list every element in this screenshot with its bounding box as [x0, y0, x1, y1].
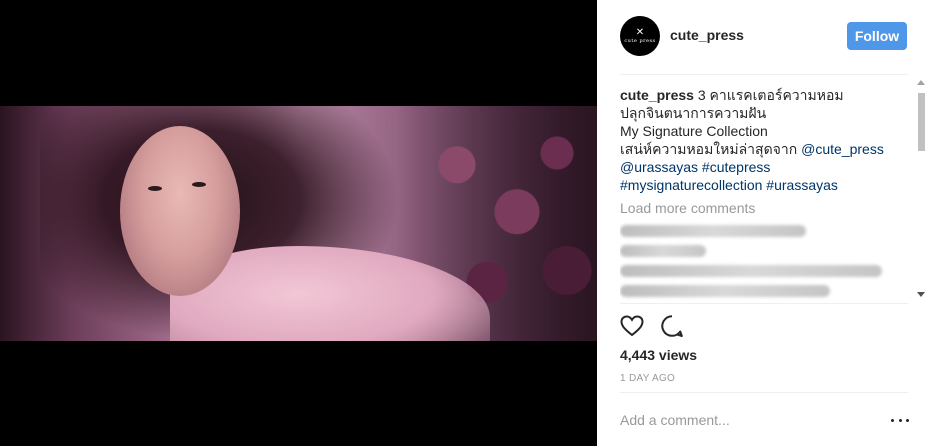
heart-icon: [620, 315, 644, 337]
post-caption: cute_press 3 คาแรคเตอร์ความหอม ปลุกจินตน…: [620, 86, 912, 194]
comment-button[interactable]: [660, 314, 684, 338]
video-player[interactable]: [0, 106, 597, 341]
caption-line-2: ปลุกจินตนาการความฝัน: [620, 105, 767, 121]
load-more-comments-button[interactable]: Load more comments: [620, 199, 912, 217]
post-actions: [620, 314, 684, 340]
post-date[interactable]: 1 DAY AGO: [620, 373, 675, 384]
comment-icon: [661, 315, 683, 337]
divider: [620, 392, 908, 393]
instagram-post-modal: ✕ cute press cute_press Follow cute_pres…: [0, 0, 929, 446]
brand-mark-icon: ✕: [635, 27, 645, 38]
caption-line-4: เสน่ห์ความหอมใหม่ล่าสุดจาก: [620, 141, 802, 157]
blurred-comment: [620, 265, 882, 277]
username-link[interactable]: cute_press: [670, 27, 744, 43]
mention-link[interactable]: @urassayas: [620, 159, 698, 175]
caption-line-1: 3 คาแรคเตอร์ความหอม: [693, 87, 844, 103]
post-header: ✕ cute press cute_press Follow: [597, 0, 929, 74]
more-dot: [891, 418, 894, 422]
add-comment-input[interactable]: [620, 410, 880, 430]
video-eye-right: [192, 182, 206, 187]
more-options-button[interactable]: [891, 411, 909, 429]
comments-scrollbar[interactable]: [915, 80, 928, 300]
mention-link[interactable]: @cute_press: [801, 141, 884, 157]
hashtag-link[interactable]: #mysignaturecollection: [620, 177, 762, 193]
avatar[interactable]: ✕ cute press: [620, 16, 660, 56]
blurred-comment: [620, 225, 806, 237]
divider: [620, 74, 908, 75]
more-dot: [898, 418, 902, 422]
comments-list[interactable]: cute_press 3 คาแรคเตอร์ความหอม ปลุกจินตน…: [620, 86, 912, 300]
blurred-comment: [620, 245, 706, 257]
scroll-up-arrow-icon[interactable]: [917, 80, 925, 85]
like-button[interactable]: [620, 314, 644, 338]
hashtag-link[interactable]: #cutepress: [702, 159, 770, 175]
blurred-comment: [620, 285, 830, 297]
post-side-panel: ✕ cute press cute_press Follow cute_pres…: [597, 0, 929, 446]
video-face: [120, 126, 240, 296]
hashtag-link[interactable]: #urassayas: [766, 177, 838, 193]
video-eye-left: [148, 186, 162, 191]
scrollbar-thumb[interactable]: [918, 93, 925, 151]
caption-username[interactable]: cute_press: [620, 87, 694, 103]
caption-line-3: My Signature Collection: [620, 123, 768, 139]
divider: [620, 303, 908, 304]
avatar-text: cute press: [624, 38, 656, 44]
follow-button[interactable]: Follow: [847, 22, 907, 50]
view-count[interactable]: 4,443 views: [620, 347, 697, 363]
scroll-down-arrow-icon[interactable]: [917, 292, 925, 297]
more-dot: [906, 418, 909, 422]
post-media[interactable]: [0, 0, 597, 446]
